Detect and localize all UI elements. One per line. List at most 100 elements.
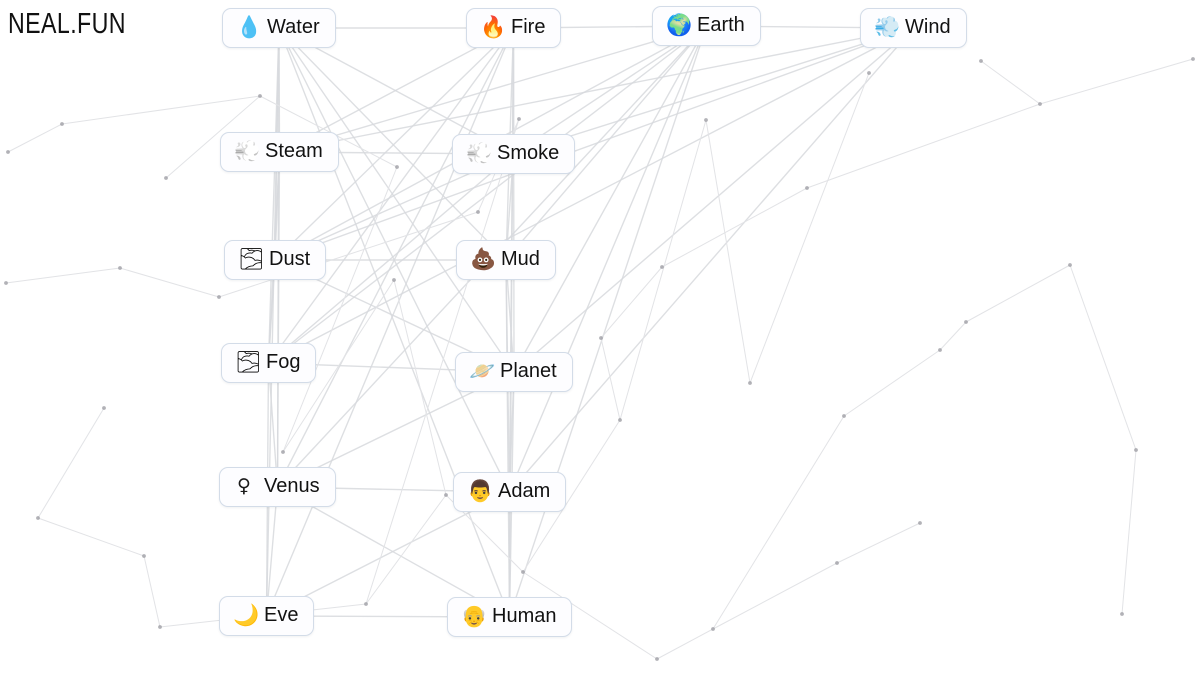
element-node-eve[interactable]: 🌙 Eve — [219, 596, 315, 636]
particle-dot — [6, 150, 10, 154]
man-face-icon: 👨 — [467, 479, 494, 503]
particle-dot — [476, 210, 480, 214]
particle-dot — [964, 320, 968, 324]
element-node-dust[interactable]: 🌫 Dust — [224, 240, 327, 280]
craft-link — [274, 27, 914, 261]
particle-dot — [4, 281, 8, 285]
particle-dot — [711, 627, 715, 631]
particle-link — [37, 517, 145, 557]
craft-link — [268, 27, 914, 364]
mud-pile-icon: 💩 — [470, 247, 497, 271]
particle-link — [749, 72, 870, 384]
particle-link — [37, 407, 105, 519]
particle-link — [393, 279, 447, 496]
particle-dot — [36, 516, 40, 520]
neal-fun-logo[interactable]: NEAL.FUN — [8, 8, 126, 41]
particle-link-group — [5, 58, 1194, 660]
craft-link — [278, 27, 511, 618]
smoke-cloud-icon: 💨 — [466, 141, 493, 165]
particle-dot — [517, 117, 521, 121]
element-node-label: Dust — [269, 248, 311, 270]
element-node-label: Planet — [500, 360, 557, 382]
craft-link — [278, 27, 515, 373]
element-node-label: Venus — [264, 475, 320, 497]
element-node-label: Adam — [498, 480, 551, 502]
earth-globe-icon: 🌍 — [666, 13, 693, 37]
particle-link — [600, 337, 621, 421]
particle-dot — [1038, 102, 1042, 106]
element-node-steam[interactable]: 💨 Steam — [220, 132, 339, 172]
craft-link — [267, 27, 280, 364]
element-node-fire[interactable]: 🔥 Fire — [466, 8, 562, 48]
particle-dot — [118, 266, 122, 270]
particle-link — [965, 264, 1071, 323]
element-node-water[interactable]: 💧 Water — [222, 8, 336, 48]
craft-link — [508, 25, 708, 618]
particle-link — [656, 628, 714, 660]
element-node-label: Mud — [501, 248, 540, 270]
particle-dot — [599, 336, 603, 340]
element-node-label: Eve — [264, 604, 299, 626]
particle-link — [712, 415, 845, 630]
particle-dot — [521, 570, 525, 574]
element-node-smoke[interactable]: 💨 Smoke — [452, 134, 576, 174]
particle-dot — [258, 94, 262, 98]
element-node-planet[interactable]: 🪐 Planet — [455, 352, 573, 392]
craft-link — [513, 27, 914, 155]
ringed-planet-icon: 🪐 — [469, 359, 496, 383]
particle-dot — [655, 657, 659, 661]
human-face-icon: 👴 — [461, 604, 488, 628]
particle-dot — [748, 381, 752, 385]
particle-dot — [392, 278, 396, 282]
element-node-wind[interactable]: 💨 Wind — [860, 8, 967, 48]
connection-graph-layer — [4, 25, 1195, 661]
particle-dot — [842, 414, 846, 418]
particle-link — [619, 119, 707, 421]
fire-icon: 🔥 — [480, 15, 507, 39]
crescent-moon-icon: 🌙 — [233, 603, 260, 627]
particle-dot — [979, 59, 983, 63]
particle-link — [282, 166, 398, 453]
element-node-label: Wind — [905, 16, 951, 38]
element-node-label: Water — [267, 16, 320, 38]
particle-link — [119, 267, 220, 298]
element-node-label: Fog — [266, 351, 301, 373]
element-node-adam[interactable]: 👨 Adam — [453, 472, 567, 512]
element-node-human[interactable]: 👴 Human — [447, 597, 573, 637]
particle-link — [1039, 58, 1194, 105]
particle-dot — [142, 554, 146, 558]
particle-dot — [158, 625, 162, 629]
craft-link — [512, 27, 515, 373]
particle-link — [806, 103, 1041, 189]
particle-link — [939, 321, 967, 351]
particle-link — [143, 555, 161, 628]
particle-link — [1121, 449, 1137, 615]
particle-dot — [835, 561, 839, 565]
particle-link — [61, 95, 261, 125]
particle-link — [661, 187, 808, 268]
element-node-fog[interactable]: 🌫 Fog — [221, 343, 317, 383]
particle-link — [705, 119, 751, 384]
particle-dot-group — [4, 57, 1195, 661]
element-node-mud[interactable]: 💩 Mud — [456, 240, 556, 280]
craft-link — [279, 27, 914, 153]
particle-dot — [364, 602, 368, 606]
infinite-craft-board[interactable]: NEAL.FUN 💧 Water 🔥 Fire 🌍 Earth 💨 Wind 💨 Steam 💨 Sm… — [0, 0, 1200, 675]
fog-icon: 🌫 — [235, 350, 262, 374]
particle-link — [712, 562, 838, 630]
element-node-venus[interactable]: ♀ Venus — [219, 467, 336, 507]
particle-link — [980, 60, 1041, 105]
element-node-earth[interactable]: 🌍 Earth — [652, 6, 761, 46]
element-node-label: Fire — [511, 16, 546, 38]
particle-dot — [1120, 612, 1124, 616]
water-drop-icon: 💧 — [236, 15, 263, 39]
particle-dot — [164, 176, 168, 180]
craft-link — [268, 25, 707, 364]
particle-dot — [1068, 263, 1072, 267]
particle-dot — [805, 186, 809, 190]
particle-link — [843, 349, 941, 417]
particle-dot — [938, 348, 942, 352]
craft-link — [513, 25, 708, 373]
craft-link — [508, 27, 515, 618]
craft-link — [265, 27, 280, 617]
